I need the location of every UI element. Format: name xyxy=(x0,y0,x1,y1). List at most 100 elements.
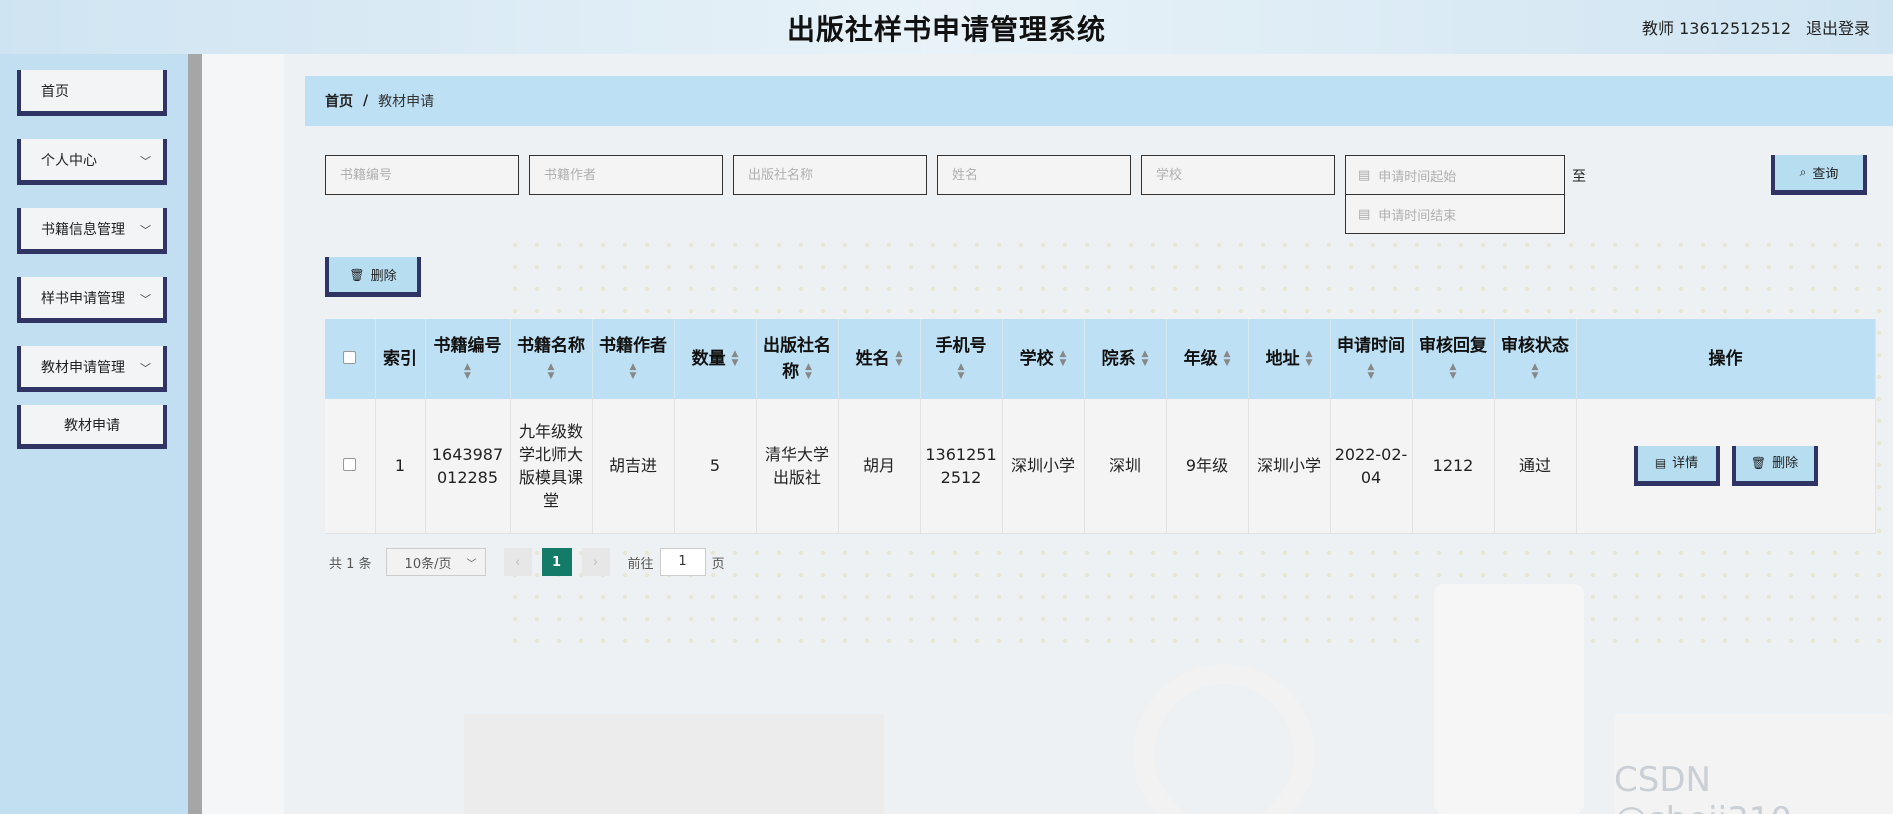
app-title: 出版社样书申请管理系统 xyxy=(786,13,1106,46)
sidebar-item-label: 教材申请管理 xyxy=(41,359,125,376)
calendar-icon: ▤ xyxy=(1358,206,1371,222)
background-decoration xyxy=(1134,664,1314,814)
sort-icon[interactable]: ▲ ▼ xyxy=(896,350,903,368)
cell-book-no: 1643987012285 xyxy=(425,399,511,534)
table-row: 1 1643987012285 九年级数学北师大版模具课堂 胡吉进 5 清华大学… xyxy=(325,399,1876,534)
watermark: CSDN @sheji310 xyxy=(1614,760,1792,814)
col-header-address[interactable]: 地址 ▲ ▼ xyxy=(1248,319,1331,399)
col-header-publisher[interactable]: 出版社名称 ▲ ▼ xyxy=(756,319,839,399)
col-header-school[interactable]: 学校 ▲ ▼ xyxy=(1002,319,1085,399)
page-number-button[interactable]: 1 xyxy=(541,548,572,576)
current-user: 教师 13612512512 xyxy=(1642,19,1792,38)
col-header-qty[interactable]: 数量 ▲ ▼ xyxy=(674,319,757,399)
cell-apply-time: 2022-02-04 xyxy=(1330,399,1413,534)
publisher-input[interactable] xyxy=(733,155,927,195)
sidebar-scrollbar[interactable] xyxy=(188,54,202,814)
goto-page-input[interactable]: 1 xyxy=(659,548,706,576)
col-header-label: 书籍作者 xyxy=(599,336,667,356)
sidebar-item-home[interactable]: 首页 xyxy=(17,70,167,116)
row-checkbox[interactable] xyxy=(343,458,357,472)
date-end-input[interactable]: ▤ 申请时间结束 xyxy=(1345,194,1565,234)
sort-icon[interactable]: ▲ ▼ xyxy=(1532,363,1539,381)
trash-icon: 🗑 xyxy=(1750,455,1767,470)
col-header-label: 索引 xyxy=(383,349,417,369)
sort-icon[interactable]: ▲ ▼ xyxy=(1224,350,1231,368)
cell-index: 1 xyxy=(375,399,426,534)
book-no-input[interactable] xyxy=(325,155,519,195)
breadcrumb-home[interactable]: 首页 xyxy=(325,91,353,111)
col-header-status[interactable]: 审核状态 ▲ ▼ xyxy=(1494,319,1577,399)
sort-icon[interactable]: ▲ ▼ xyxy=(1450,363,1457,381)
chevron-down-icon: ﹀ xyxy=(140,293,151,306)
sort-icon[interactable]: ▲ ▼ xyxy=(732,350,739,368)
page-size-select[interactable]: 10条/页 ﹀ xyxy=(385,548,486,576)
col-header-phone[interactable]: 手机号 ▲ ▼ xyxy=(920,319,1003,399)
date-start-placeholder: 申请时间起始 xyxy=(1378,169,1457,185)
sort-icon[interactable]: ▲ ▼ xyxy=(1060,350,1067,368)
batch-delete-button[interactable]: 🗑 删除 xyxy=(325,257,421,297)
sort-icon[interactable]: ▲ ▼ xyxy=(630,363,637,381)
select-all-cell[interactable] xyxy=(325,319,376,399)
col-header-label: 姓名 xyxy=(855,349,890,369)
name-input[interactable] xyxy=(937,155,1131,195)
cell-grade: 9年级 xyxy=(1166,399,1249,534)
col-header-author[interactable]: 书籍作者 ▲ ▼ xyxy=(592,319,675,399)
select-all-checkbox[interactable] xyxy=(343,351,357,364)
sidebar-item-personal-center[interactable]: 个人中心 ﹀ xyxy=(17,139,167,185)
sort-icon[interactable]: ▲ ▼ xyxy=(1306,350,1313,368)
sidebar-gap xyxy=(202,54,284,814)
cell-phone: 13612512512 xyxy=(920,399,1003,534)
col-header-label: 出版社名称 xyxy=(763,336,831,382)
logout-link[interactable]: 退出登录 xyxy=(1806,15,1870,39)
sidebar-subitem-textbook-apply[interactable]: 教材申请 xyxy=(17,405,167,449)
row-delete-label: 删除 xyxy=(1772,455,1799,471)
page-size-value: 10条/页 xyxy=(404,556,452,572)
col-header-apply-time[interactable]: 申请时间 ▲ ▼ xyxy=(1330,319,1413,399)
detail-button[interactable]: ▤ 详情 xyxy=(1633,445,1720,486)
col-header-grade[interactable]: 年级 ▲ ▼ xyxy=(1166,319,1249,399)
calendar-icon: ▤ xyxy=(1358,167,1371,183)
col-header-actions: 操作 xyxy=(1576,319,1876,399)
date-start-input[interactable]: ▤ 申请时间起始 xyxy=(1345,155,1565,195)
sort-icon[interactable]: ▲ ▼ xyxy=(1368,363,1375,381)
cell-department: 深圳 xyxy=(1084,399,1167,534)
row-select-cell[interactable] xyxy=(325,399,376,534)
prev-page-button[interactable]: ‹ xyxy=(503,548,532,576)
sort-icon[interactable]: ▲ ▼ xyxy=(1142,350,1149,368)
sidebar-item-label: 样书申请管理 xyxy=(41,290,125,307)
col-header-reply[interactable]: 审核回复 ▲ ▼ xyxy=(1412,319,1495,399)
cell-book-name: 九年级数学北师大版模具课堂 xyxy=(510,399,593,534)
col-header-label: 学校 xyxy=(1019,349,1054,369)
main-content: 首页 / 教材申请 ▤ 申请时间起始 至 ▤ 申请时间结束 ⌕ 查询 🗑 删除 xyxy=(284,54,1893,814)
col-header-name[interactable]: 姓名 ▲ ▼ xyxy=(838,319,921,399)
col-header-label: 书籍名称 xyxy=(517,336,585,356)
chevron-left-icon: ‹ xyxy=(514,554,521,570)
goto-suffix: 页 xyxy=(711,556,725,572)
school-input[interactable] xyxy=(1141,155,1335,195)
col-header-book-name[interactable]: 书籍名称 ▲ ▼ xyxy=(510,319,593,399)
sidebar-item-sample-apply[interactable]: 样书申请管理 ﹀ xyxy=(17,277,167,323)
sort-icon[interactable]: ▲ ▼ xyxy=(464,363,471,381)
chevron-down-icon: ﹀ xyxy=(140,224,151,237)
sidebar-item-book-info[interactable]: 书籍信息管理 ﹀ xyxy=(17,208,167,254)
query-button[interactable]: ⌕ 查询 xyxy=(1771,155,1867,195)
next-page-button[interactable]: › xyxy=(581,548,610,576)
background-decoration xyxy=(1434,584,1584,814)
col-header-label: 书籍编号 xyxy=(433,336,502,356)
breadcrumb-separator: / xyxy=(363,93,369,109)
col-header-label: 年级 xyxy=(1183,349,1218,369)
cell-author: 胡吉进 xyxy=(592,399,675,534)
cell-name: 胡月 xyxy=(838,399,921,534)
app-header: 出版社样书申请管理系统 教师 13612512512 退出登录 xyxy=(0,0,1893,54)
sidebar-item-textbook-apply-manage[interactable]: 教材申请管理 ﹀ xyxy=(17,346,167,392)
row-delete-button[interactable]: 🗑 删除 xyxy=(1731,445,1818,486)
col-header-department[interactable]: 院系 ▲ ▼ xyxy=(1084,319,1167,399)
breadcrumb-current: 教材申请 xyxy=(378,94,435,110)
col-header-label: 申请时间 xyxy=(1337,336,1405,356)
col-header-book-no[interactable]: 书籍编号 ▲ ▼ xyxy=(425,319,511,399)
sort-icon[interactable]: ▲ ▼ xyxy=(548,363,555,381)
author-input[interactable] xyxy=(529,155,723,195)
col-header-label: 操作 xyxy=(1708,349,1743,369)
sort-icon[interactable]: ▲ ▼ xyxy=(805,363,812,381)
sort-icon[interactable]: ▲ ▼ xyxy=(958,363,965,381)
